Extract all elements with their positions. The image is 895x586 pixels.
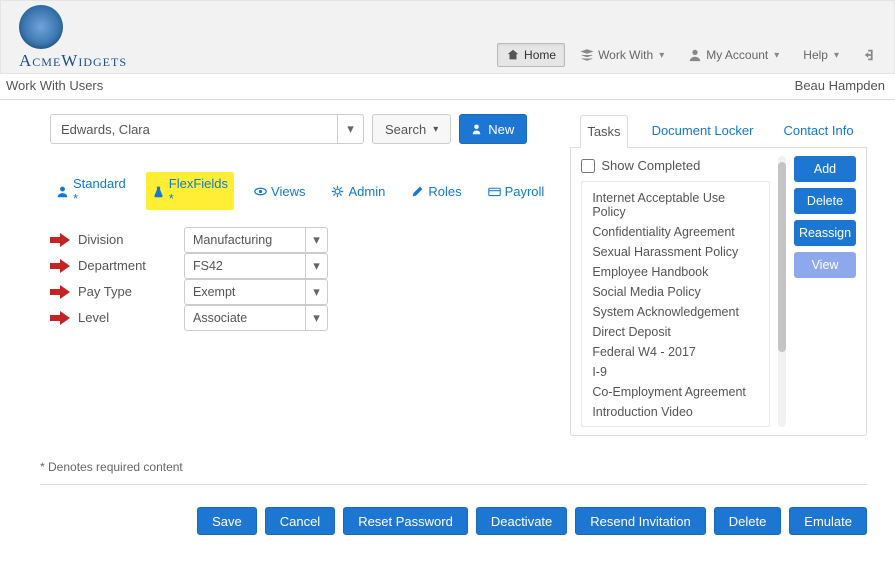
task-item[interactable]: Internet Acceptable Use Policy — [588, 188, 763, 222]
select-paytype[interactable]: Exempt▾ — [184, 279, 328, 305]
required-footnote: * Denotes required content — [40, 460, 867, 485]
user-icon — [56, 185, 69, 198]
user-select-dropdown[interactable]: ▾ — [337, 115, 363, 143]
gear-icon — [331, 185, 344, 198]
task-item[interactable]: Introduction Video — [588, 402, 763, 422]
arrow-icon — [50, 285, 70, 299]
task-item[interactable]: Employee Handbook — [588, 262, 763, 282]
task-item[interactable]: I-9 — [588, 362, 763, 382]
task-item[interactable]: Federal W4 - 2017 — [588, 342, 763, 362]
flask-icon — [152, 185, 165, 198]
logo-icon — [19, 5, 63, 49]
tab-payroll[interactable]: Payroll — [482, 172, 551, 210]
select-division[interactable]: Manufacturing▾ — [184, 227, 328, 253]
tab-contact-info[interactable]: Contact Info — [777, 115, 859, 148]
tab-flexfields[interactable]: FlexFields * — [146, 172, 234, 210]
stack-icon — [580, 48, 594, 62]
tab-roles[interactable]: Roles — [405, 172, 467, 210]
select-level[interactable]: Associate▾ — [184, 305, 328, 331]
view-button[interactable]: View — [794, 252, 856, 278]
pencil-icon — [411, 185, 424, 198]
reassign-button[interactable]: Reassign — [794, 220, 856, 246]
tab-tasks[interactable]: Tasks — [580, 115, 627, 148]
label-division: Division — [78, 232, 184, 247]
nav-help[interactable]: Help — [794, 43, 848, 67]
nav-logout[interactable] — [854, 43, 886, 67]
chevron-down-icon[interactable]: ▾ — [305, 228, 327, 252]
chevron-down-icon[interactable]: ▾ — [305, 280, 327, 304]
scroll-thumb[interactable] — [778, 162, 786, 352]
tab-standard[interactable]: Standard * — [50, 172, 132, 210]
task-item[interactable]: Confidentiality Agreement — [588, 222, 763, 242]
show-completed-checkbox[interactable] — [581, 159, 595, 173]
nav-work-with[interactable]: Work With — [571, 43, 673, 67]
emulate-button[interactable]: Emulate — [789, 507, 867, 535]
select-department[interactable]: FS42▾ — [184, 253, 328, 279]
top-bar: AcmeWidgets Home Work With My Account He… — [0, 0, 895, 74]
user-icon — [688, 48, 702, 62]
cancel-button[interactable]: Cancel — [265, 507, 335, 535]
user-plus-icon — [472, 123, 484, 135]
task-list: Internet Acceptable Use PolicyConfidenti… — [581, 181, 770, 427]
eye-icon — [254, 185, 267, 198]
delete-button[interactable]: Delete — [794, 188, 856, 214]
reset-password-button[interactable]: Reset Password — [343, 507, 468, 535]
tab-views[interactable]: Views — [248, 172, 311, 210]
app-name: AcmeWidgets — [19, 51, 127, 71]
chevron-down-icon[interactable]: ▾ — [305, 254, 327, 278]
task-item[interactable]: Co-Employment Agreement — [588, 382, 763, 402]
new-button[interactable]: New — [459, 114, 527, 144]
deactivate-button[interactable]: Deactivate — [476, 507, 567, 535]
scrollbar[interactable] — [778, 156, 786, 427]
arrow-icon — [50, 259, 70, 273]
label-paytype: Pay Type — [78, 284, 184, 299]
tasks-panel: Show Completed Internet Acceptable Use P… — [570, 148, 867, 436]
tab-document-locker[interactable]: Document Locker — [646, 115, 760, 148]
card-icon — [488, 185, 501, 198]
label-department: Department — [78, 258, 184, 273]
arrow-icon — [50, 233, 70, 247]
tab-admin[interactable]: Admin — [325, 172, 391, 210]
delete-user-button[interactable]: Delete — [714, 507, 782, 535]
resend-invitation-button[interactable]: Resend Invitation — [575, 507, 705, 535]
nav-my-account[interactable]: My Account — [679, 43, 788, 67]
add-button[interactable]: Add — [794, 156, 856, 182]
user-select[interactable]: ▾ — [50, 114, 364, 144]
page-title: Work With Users — [6, 78, 103, 93]
logo: AcmeWidgets — [19, 5, 127, 71]
task-item[interactable]: Direct Deposit — [588, 322, 763, 342]
current-user: Beau Hampden — [795, 78, 885, 93]
search-button[interactable]: Search — [372, 114, 451, 144]
show-completed-row[interactable]: Show Completed — [581, 156, 770, 181]
footer-actions: Save Cancel Reset Password Deactivate Re… — [0, 493, 895, 553]
chevron-down-icon[interactable]: ▾ — [305, 306, 327, 330]
sub-bar: Work With Users Beau Hampden — [0, 74, 895, 100]
label-level: Level — [78, 310, 184, 325]
save-button[interactable]: Save — [197, 507, 257, 535]
home-icon — [506, 48, 520, 62]
task-item[interactable]: Sexual Harassment Policy — [588, 242, 763, 262]
arrow-icon — [50, 311, 70, 325]
nav-home[interactable]: Home — [497, 43, 565, 67]
task-item[interactable]: System Acknowledgement — [588, 302, 763, 322]
user-select-input[interactable] — [51, 115, 337, 143]
task-item[interactable]: Social Media Policy — [588, 282, 763, 302]
task-item[interactable]: Familiarize yourself with the breakroom — [588, 422, 763, 427]
logout-icon — [863, 48, 877, 62]
